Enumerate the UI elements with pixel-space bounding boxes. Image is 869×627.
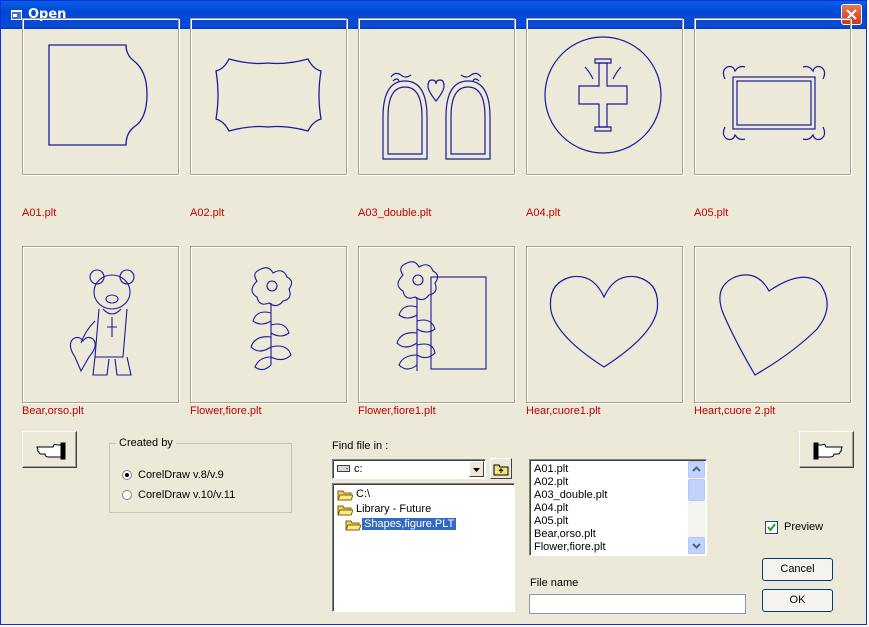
heart-tilted-thumbnail (719, 274, 828, 376)
file-thumbnail-a04[interactable] (526, 18, 683, 175)
next-page-button[interactable] (799, 431, 854, 468)
a02-shape-thumbnail (215, 58, 322, 132)
folder-label: C:\ (356, 488, 371, 500)
open-dialog: Open A01.plt A02.plt A03_double.plt A04.… (0, 0, 867, 625)
a05-frame-thumbnail (722, 65, 826, 141)
file-list-item[interactable]: Flower,fiore.plt (534, 541, 606, 554)
file-thumbnail-flower[interactable] (190, 246, 347, 403)
file-list-item[interactable]: A04.plt (534, 502, 568, 515)
created-by-group: Created by CorelDraw v.8/v.9 CorelDraw v… (109, 437, 292, 513)
up-folder-icon (493, 464, 509, 476)
file-list-item[interactable]: A03_double.plt (534, 489, 607, 502)
hand-pointing-left-icon (36, 442, 66, 460)
previous-page-button[interactable] (22, 431, 77, 468)
chevron-down-icon (473, 468, 480, 472)
radio-label: CorelDraw v.8/v.9 (138, 469, 224, 481)
find-file-label: Find file in : (332, 440, 389, 452)
file-thumbnail-a01[interactable] (22, 18, 179, 175)
scroll-thumb[interactable] (688, 479, 705, 501)
scroll-up-button[interactable] (688, 461, 705, 478)
open-folder-icon (337, 490, 353, 501)
radio-selected-icon (122, 470, 132, 480)
cancel-button[interactable]: Cancel (762, 558, 833, 581)
tile-label: Heart,cuore 2.plt (694, 405, 776, 417)
preview-label: Preview (784, 521, 824, 533)
file-name-input[interactable] (529, 594, 746, 614)
tile-label: Hear,cuore1.plt (526, 405, 601, 417)
file-list-item[interactable]: A02.plt (534, 476, 568, 489)
drive-icon (337, 465, 350, 472)
flower-thumbnail (250, 267, 293, 371)
file-list-item[interactable]: Bear,orso.plt (534, 528, 596, 541)
created-by-legend: Created by (119, 437, 173, 449)
tile-label: A02.plt (190, 207, 225, 219)
dropdown-button[interactable] (469, 461, 484, 477)
tile-label: Flower,fiore1.plt (358, 405, 436, 417)
ok-button[interactable]: OK (762, 589, 833, 612)
file-thumbnail-heart2[interactable] (694, 246, 851, 403)
tile-label: A05.plt (694, 207, 729, 219)
bear-thumbnail (69, 269, 135, 376)
tile-label: A01.plt (22, 207, 57, 219)
flower-frame-thumbnail (396, 261, 487, 371)
open-folder-icon (345, 520, 361, 531)
chevron-down-icon (692, 543, 701, 549)
hand-pointing-right-icon (813, 442, 843, 460)
radio-label: CorelDraw v.10/v.11 (138, 489, 236, 501)
tile-label: A03_double.plt (358, 207, 432, 219)
file-thumbnail-flower1[interactable] (358, 246, 515, 403)
file-thumbnail-heart[interactable] (526, 246, 683, 403)
window-icon (11, 10, 22, 20)
file-thumbnail-a05[interactable] (694, 18, 851, 175)
file-thumbnail-a02[interactable] (190, 18, 347, 175)
tile-label: Flower,fiore.plt (190, 405, 262, 417)
scroll-down-button[interactable] (688, 537, 705, 554)
tile-label: Bear,orso.plt (22, 405, 84, 417)
a01-shape-thumbnail (48, 44, 148, 146)
chevron-up-icon (692, 466, 701, 472)
heart-thumbnail (549, 275, 659, 368)
file-list[interactable]: A01.plt A02.plt A03_double.plt A04.plt A… (529, 459, 707, 556)
drive-value: c: (354, 463, 363, 475)
file-list-item[interactable]: A05.plt (534, 515, 568, 528)
folder-label: Shapes,figure.PLT (362, 518, 457, 530)
file-list-item[interactable]: A01.plt (534, 463, 568, 476)
radio-unselected-icon (122, 490, 132, 500)
file-name-label: File name (530, 577, 579, 589)
a03-double-arch-thumbnail (382, 72, 491, 160)
drive-select[interactable]: c: (332, 459, 486, 479)
folder-tree[interactable]: C:\ Library - Future Shapes,figure.PLT (332, 483, 515, 612)
open-folder-icon (337, 505, 353, 516)
a04-cross-circle-thumbnail (544, 36, 662, 154)
file-thumbnail-bear[interactable] (22, 246, 179, 403)
folder-label: Library - Future (356, 503, 432, 515)
tile-label: A04.plt (526, 207, 561, 219)
file-thumbnail-a03[interactable] (358, 18, 515, 175)
checkbox-checked-icon (765, 521, 778, 534)
up-folder-button[interactable] (490, 458, 512, 479)
file-list-scrollbar[interactable] (688, 461, 705, 554)
